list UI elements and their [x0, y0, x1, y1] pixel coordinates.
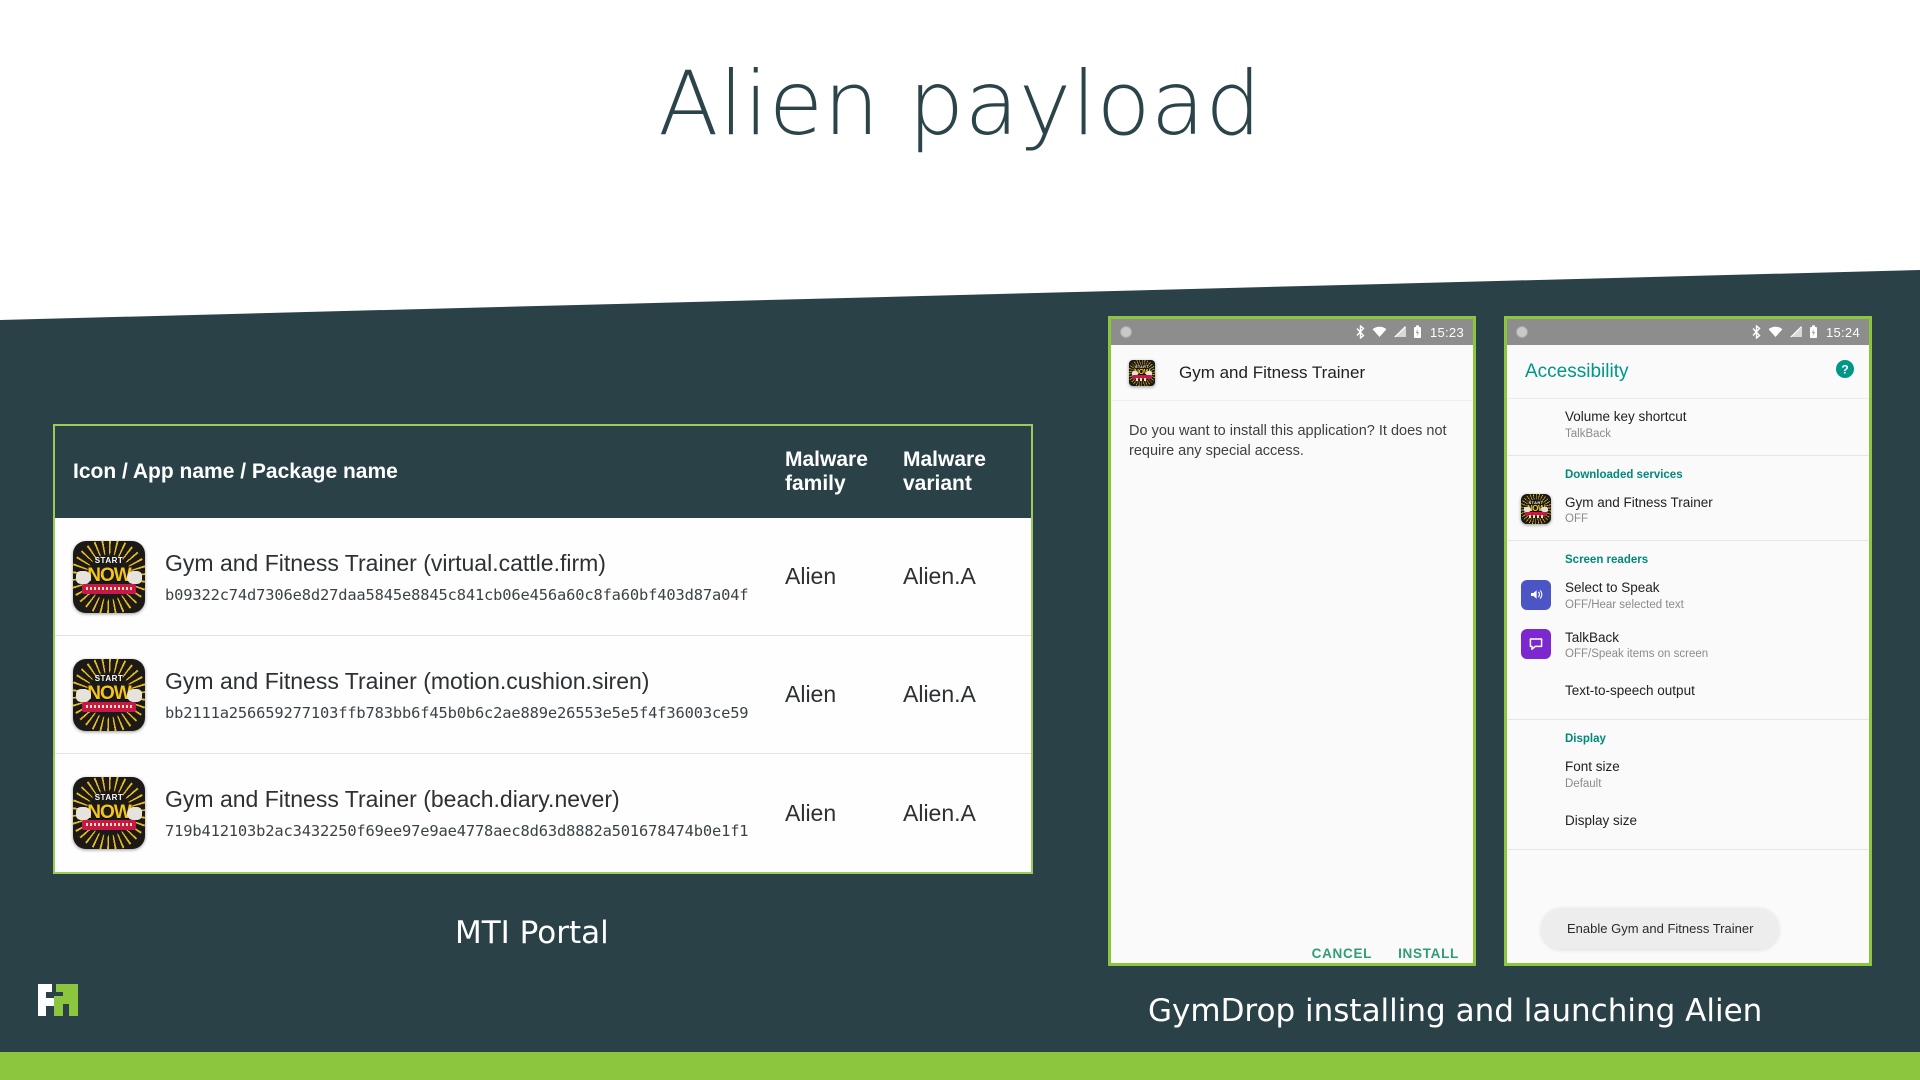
list-item-subtitle: OFF/Hear selected text: [1565, 598, 1684, 611]
accessibility-header: Accessibility ?: [1507, 345, 1869, 399]
column-header-variant-line2: variant: [903, 472, 972, 495]
table-cell-family: Alien: [785, 799, 837, 826]
phone-screenshot-install: 15:23 START NOW Gym and Fitness Trainer …: [1108, 316, 1476, 966]
wifi-icon: [1768, 325, 1783, 339]
list-item[interactable]: START NOW Gym and Fitness Trainer OFF: [1507, 485, 1869, 535]
column-header-malware-family: Malware family: [785, 448, 903, 496]
install-button[interactable]: INSTALL: [1398, 946, 1459, 961]
column-header-app: Icon / App name / Package name: [73, 460, 398, 483]
table-cell-app: START NOW Gym and Fitness Trainer (beach…: [55, 763, 785, 863]
table-cell-variant: Alien.A: [903, 681, 976, 707]
install-dialog-header: START NOW Gym and Fitness Trainer: [1111, 345, 1473, 401]
column-header-family-line1: Malware: [785, 448, 868, 471]
accessibility-list: Volume key shortcut TalkBack Downloaded …: [1507, 399, 1869, 963]
battery-icon: [1809, 325, 1818, 339]
accessibility-group-screen-readers: Screen readers Select to Speak OFF/Hear …: [1507, 541, 1869, 721]
status-bar: 15:23: [1111, 319, 1473, 345]
app-name-label: Gym and Fitness Trainer (motion.cushion.…: [165, 667, 650, 694]
accessibility-group-downloaded-services: Downloaded services START NOW Gym and Fi…: [1507, 456, 1869, 542]
install-dialog-actions: CANCEL INSTALL: [1312, 946, 1459, 961]
list-item-title: Gym and Fitness Trainer: [1565, 494, 1713, 510]
list-item-subtitle: OFF: [1565, 513, 1588, 526]
list-item[interactable]: Font size Default: [1507, 749, 1869, 799]
page-title: Alien payload: [658, 52, 1262, 155]
install-message: Do you want to install this application?…: [1129, 423, 1447, 459]
table-cell-family: Alien: [785, 563, 837, 589]
table-header-row: Icon / App name / Package name Malware f…: [55, 426, 1031, 518]
talkback-icon: [1521, 629, 1551, 660]
accessibility-group-general: Volume key shortcut TalkBack: [1507, 399, 1869, 456]
status-bar: 15:24: [1507, 319, 1869, 345]
help-circle-icon[interactable]: ?: [1835, 359, 1855, 384]
app-name-label: Gym and Fitness Trainer (virtual.cattle.…: [165, 549, 606, 576]
list-item[interactable]: TalkBack OFF/Speak items on screen: [1507, 620, 1869, 670]
phone-screenshot-accessibility: 15:24 Accessibility ? Volume key shortcu…: [1504, 316, 1872, 966]
group-label: Downloaded services: [1565, 468, 1683, 481]
list-item-subtitle: OFF/Speak items on screen: [1565, 648, 1709, 661]
app-hash-value: b09322c74d7306e8d27daa5845e8845c841cb06e…: [165, 585, 749, 604]
list-item-title: Volume key shortcut: [1565, 409, 1687, 424]
table-cell-app: START NOW Gym and Fitness Trainer (virtu…: [55, 527, 785, 627]
list-item-title: Font size: [1565, 759, 1620, 775]
status-bar-clock: 15:23: [1429, 324, 1464, 340]
table-cell-family: Alien: [785, 681, 837, 707]
app-hash-value: 719b412103b2ac3432250f69ee97e9ae4778aec8…: [165, 822, 749, 840]
bluetooth-icon: [1751, 325, 1762, 339]
table-cell-variant: Alien.A: [903, 563, 976, 589]
list-item-subtitle: TalkBack: [1565, 427, 1612, 440]
list-item[interactable]: Display size: [1507, 799, 1869, 843]
notification-dot-icon: [1120, 326, 1132, 338]
cell-signal-icon: [1789, 325, 1803, 339]
list-item[interactable]: Select to Speak OFF/Hear selected text: [1507, 570, 1869, 620]
list-item[interactable]: Volume key shortcut TalkBack: [1507, 399, 1869, 449]
gymdrop-caption: GymDrop installing and launching Alien: [1148, 993, 1763, 1029]
group-label: Screen readers: [1565, 554, 1649, 567]
install-dialog-body: Do you want to install this application?…: [1111, 401, 1473, 963]
column-header-malware-variant: Malware variant: [903, 448, 1031, 496]
column-header-family-line2: family: [785, 472, 846, 495]
table-row[interactable]: START NOW Gym and Fitness Trainer (motio…: [55, 636, 1031, 754]
list-item-title: Display size: [1565, 812, 1638, 828]
app-hash-value: bb2111a256659277103ffb783bb6f45b0b6c2ae8…: [165, 703, 749, 722]
svg-text:?: ?: [1841, 363, 1848, 377]
speaker-icon: [1521, 579, 1551, 610]
brand-logo-icon: [38, 984, 78, 1016]
accessibility-group-display: Display Font size Default Display size: [1507, 720, 1869, 850]
accessibility-title: Accessibility: [1525, 360, 1629, 382]
cancel-button[interactable]: CANCEL: [1312, 946, 1372, 961]
gym-app-icon: START NOW: [1521, 494, 1551, 525]
gym-app-icon: START NOW: [73, 540, 145, 613]
table-row[interactable]: START NOW Gym and Fitness Trainer (virtu…: [55, 518, 1031, 636]
list-item-subtitle: Default: [1565, 777, 1602, 790]
install-app-title: Gym and Fitness Trainer: [1179, 362, 1366, 382]
table-cell-variant: Alien.A: [903, 799, 976, 826]
mti-portal-table: Icon / App name / Package name Malware f…: [53, 424, 1033, 874]
list-item[interactable]: Text-to-speech output: [1507, 669, 1869, 713]
gym-app-icon: START NOW: [73, 658, 145, 731]
gym-app-icon: START NOW: [73, 777, 145, 849]
wifi-icon: [1372, 325, 1387, 339]
notification-dot-icon: [1516, 326, 1528, 338]
app-name-label: Gym and Fitness Trainer (beach.diary.nev…: [165, 786, 620, 812]
group-label: Display: [1565, 733, 1606, 746]
column-header-variant-line1: Malware: [903, 448, 986, 471]
bluetooth-icon: [1355, 325, 1366, 339]
table-cell-app: START NOW Gym and Fitness Trainer (motio…: [55, 645, 785, 745]
cell-signal-icon: [1393, 325, 1407, 339]
list-item-title: Select to Speak: [1565, 580, 1660, 596]
toast-message: Enable Gym and Fitness Trainer: [1541, 908, 1780, 949]
mti-portal-caption: MTI Portal: [455, 915, 609, 951]
gym-app-icon: START NOW: [1129, 359, 1155, 386]
table-row[interactable]: START NOW Gym and Fitness Trainer (beach…: [55, 754, 1031, 872]
battery-icon: [1413, 325, 1422, 339]
list-item-title: TalkBack: [1565, 629, 1620, 645]
status-bar-clock: 15:24: [1825, 324, 1860, 340]
footer-accent-bar: [0, 1052, 1920, 1080]
list-item-title: Text-to-speech output: [1565, 683, 1695, 699]
